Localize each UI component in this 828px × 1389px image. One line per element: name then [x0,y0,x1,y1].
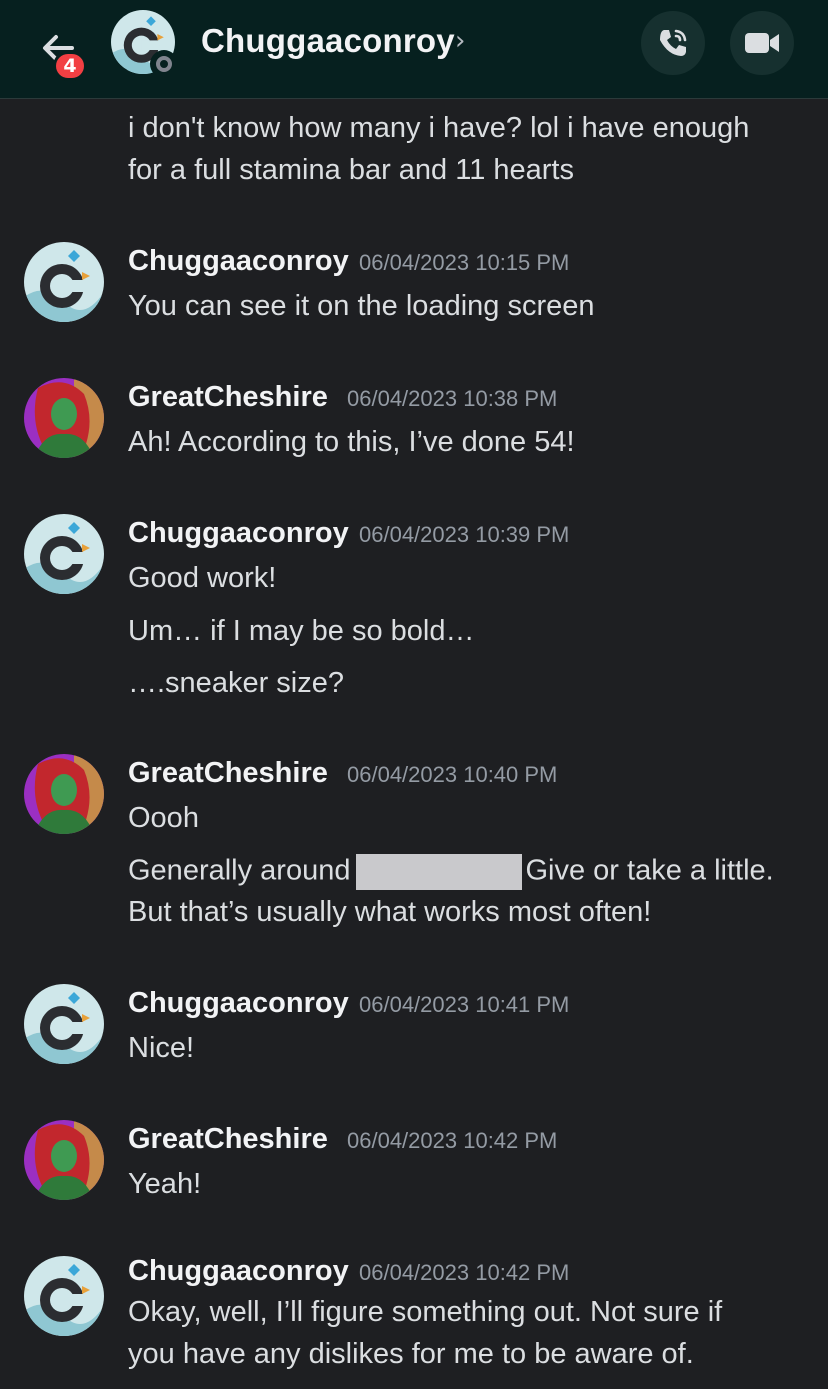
message-text: Ah! According to this, I’ve done 54! [128,426,575,458]
message-text: Good work! [128,562,277,594]
avatar[interactable] [24,984,104,1064]
message-author[interactable]: GreatCheshire [128,757,328,790]
status-offline-icon [150,50,178,78]
unread-badge: 4 [53,51,87,81]
message-author[interactable]: Chuggaaconroy [128,245,349,278]
message-timestamp: 06/04/2023 10:38 PM [347,386,558,411]
message-author[interactable]: GreatCheshire [128,381,328,414]
video-camera-icon [745,33,779,53]
message-text: But that’s usually what works most often… [128,896,652,928]
message-text: i don't know how many i have? lol i have… [128,112,750,144]
redaction-block [356,854,523,890]
message-author[interactable]: GreatCheshire [128,1123,328,1156]
message-text: ….sneaker size? [128,667,344,699]
message-text: Um… if I may be so bold… [128,615,475,647]
avatar[interactable] [24,514,104,594]
message-text: Nice! [128,1032,195,1064]
message-text: You can see it on the loading screen [128,290,595,322]
message-author[interactable]: Chuggaaconroy [128,1255,349,1288]
message-timestamp: 06/04/2023 10:41 PM [359,992,570,1017]
message-timestamp: 06/04/2023 10:42 PM [347,1128,558,1153]
message-timestamp: 06/04/2023 10:40 PM [347,762,558,787]
message-author[interactable]: Chuggaaconroy [128,517,349,550]
video-call-button[interactable] [730,11,794,75]
avatar[interactable] [24,1120,104,1200]
message-text: Oooh [128,802,199,834]
avatar[interactable] [24,754,104,834]
voice-call-button[interactable] [641,11,705,75]
message-author[interactable]: Chuggaaconroy [128,987,349,1020]
page-title[interactable]: Chuggaaconroy [201,22,455,60]
message-text: for a full stamina bar and 11 hearts [128,154,574,186]
phone-call-icon [660,29,687,56]
message-timestamp: 06/04/2023 10:42 PM [359,1260,570,1285]
chat-header: 4 Chuggaaconroy › [0,0,828,99]
message-text: you have any dislikes for me to be aware… [128,1338,694,1370]
chevron-right-icon[interactable]: › [455,26,465,56]
message-timestamp: 06/04/2023 10:15 PM [359,250,570,275]
message-text: Yeah! [128,1168,202,1200]
message-timestamp: 06/04/2023 10:39 PM [359,522,570,547]
message-text: Okay, well, I’ll figure something out. N… [128,1296,723,1328]
avatar[interactable] [24,1256,104,1336]
avatar[interactable] [24,378,104,458]
message-text: Generally around Give or take a little. [128,854,774,890]
avatar[interactable] [24,242,104,322]
